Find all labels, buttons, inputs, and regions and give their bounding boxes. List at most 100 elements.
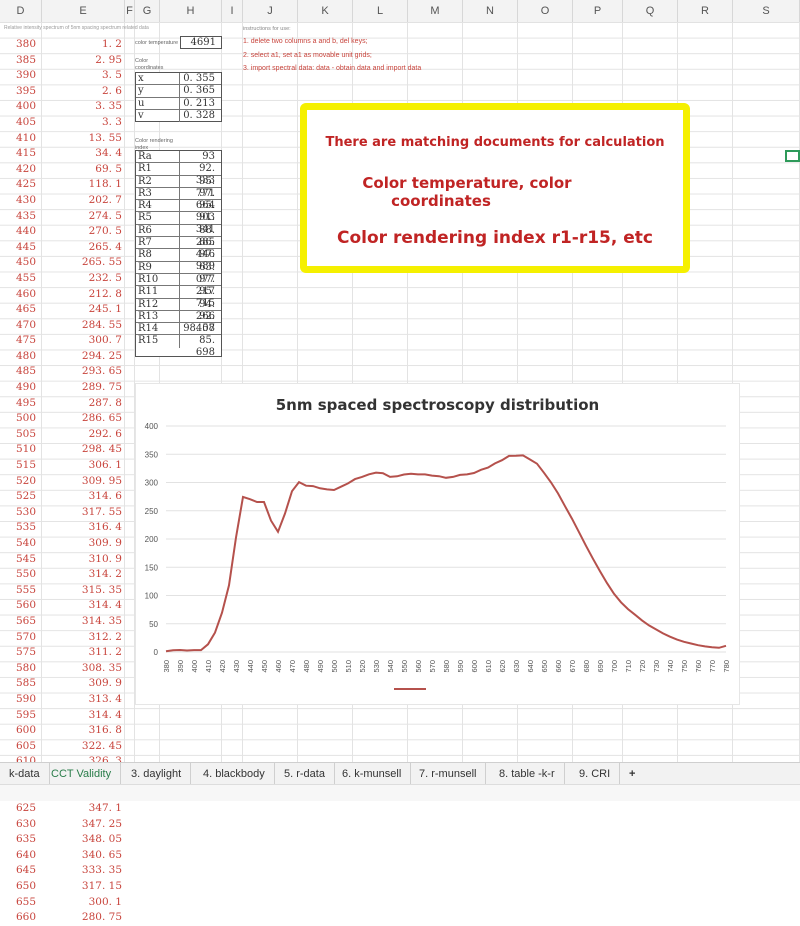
column-header-m[interactable]: M: [408, 0, 463, 22]
spectrum-row[interactable]: 660 280. 75: [0, 910, 128, 926]
intensity-cell[interactable]: 314. 4: [60, 708, 122, 724]
spectrum-row[interactable]: 580 308. 35: [0, 661, 128, 677]
wavelength-cell[interactable]: 625: [8, 801, 44, 817]
spectrum-row[interactable]: 435 274. 5: [0, 209, 128, 225]
column-header-d[interactable]: D: [0, 0, 42, 22]
spectrum-row[interactable]: 595 314. 4: [0, 708, 128, 724]
row-value[interactable]: 0. 365: [180, 85, 221, 96]
wavelength-cell[interactable]: 540: [8, 536, 44, 552]
row-key[interactable]: R12: [136, 298, 180, 310]
wavelength-cell[interactable]: 430: [8, 193, 44, 209]
row-key[interactable]: R3: [136, 187, 180, 200]
spectrum-row[interactable]: 545 310. 9: [0, 552, 128, 568]
intensity-cell[interactable]: 212. 8: [60, 287, 122, 303]
row-value[interactable]: 0. 328: [180, 110, 221, 122]
column-header-s[interactable]: S: [733, 0, 800, 22]
intensity-cell[interactable]: 69. 5: [60, 162, 122, 178]
intensity-cell[interactable]: 300. 7: [60, 333, 122, 349]
row-key[interactable]: R4: [136, 200, 180, 212]
intensity-cell[interactable]: 306. 1: [60, 458, 122, 474]
intensity-cell[interactable]: 245. 1: [60, 302, 122, 318]
wavelength-cell[interactable]: 460: [8, 287, 44, 303]
intensity-cell[interactable]: 317. 55: [60, 505, 122, 521]
color-temperature-cell[interactable]: 4691: [180, 36, 222, 49]
intensity-cell[interactable]: 300. 1: [60, 895, 122, 911]
row-key[interactable]: v: [136, 109, 180, 123]
column-header-g[interactable]: G: [135, 0, 160, 22]
spectrum-row[interactable]: 550 314. 2: [0, 567, 128, 583]
row-value[interactable]: 97. 217: [180, 274, 221, 297]
spectrum-row[interactable]: 410 13. 55: [0, 131, 128, 147]
intensity-cell[interactable]: 311. 2: [60, 645, 122, 661]
intensity-cell[interactable]: 118. 1: [60, 177, 122, 193]
sheet-tab[interactable]: 8. table -k-r: [490, 763, 565, 785]
column-header-p[interactable]: P: [573, 0, 623, 22]
wavelength-cell[interactable]: 585: [8, 676, 44, 692]
wavelength-cell[interactable]: 520: [8, 474, 44, 490]
row-key[interactable]: R13: [136, 310, 180, 323]
wavelength-cell[interactable]: 470: [8, 318, 44, 334]
spectrum-row[interactable]: 640 340. 65: [0, 848, 128, 864]
row-key[interactable]: R1: [136, 163, 180, 175]
wavelength-cell[interactable]: 405: [8, 115, 44, 131]
spectrum-row[interactable]: 650 317. 15: [0, 879, 128, 895]
spectrum-row[interactable]: 380 1. 2: [0, 37, 128, 53]
wavelength-cell[interactable]: 415: [8, 146, 44, 162]
spectrum-row[interactable]: 420 69. 5: [0, 162, 128, 178]
intensity-cell[interactable]: 2. 6: [60, 84, 122, 100]
row-key[interactable]: u: [136, 97, 180, 109]
spectrum-row[interactable]: 490 289. 75: [0, 380, 128, 396]
wavelength-cell[interactable]: 400: [8, 99, 44, 115]
row-key[interactable]: x: [136, 73, 180, 85]
intensity-cell[interactable]: 309. 9: [60, 536, 122, 552]
spectrum-row[interactable]: 505 292. 6: [0, 427, 128, 443]
column-header-r[interactable]: R: [678, 0, 733, 22]
intensity-cell[interactable]: 265. 55: [60, 255, 122, 271]
row-value[interactable]: 63. 077: [180, 262, 221, 285]
wavelength-cell[interactable]: 650: [8, 879, 44, 895]
spectrum-row[interactable]: 540 309. 9: [0, 536, 128, 552]
column-header-f[interactable]: F: [125, 0, 135, 22]
intensity-cell[interactable]: 3. 35: [60, 99, 122, 115]
spectrum-row[interactable]: 450 265. 55: [0, 255, 128, 271]
intensity-cell[interactable]: 13. 55: [60, 131, 122, 147]
sheet-tab[interactable]: 6. k-munsell: [333, 763, 412, 785]
wavelength-cell[interactable]: 475: [8, 333, 44, 349]
wavelength-cell[interactable]: 645: [8, 863, 44, 879]
column-header-q[interactable]: Q: [623, 0, 678, 22]
wavelength-cell[interactable]: 485: [8, 364, 44, 380]
row-value[interactable]: 94. 266: [180, 299, 221, 322]
row-key[interactable]: R11: [136, 286, 180, 298]
spectrum-row[interactable]: 575 311. 2: [0, 645, 128, 661]
wavelength-cell[interactable]: 560: [8, 598, 44, 614]
row-value[interactable]: 95. 771: [180, 176, 221, 199]
spectrum-row[interactable]: 600 316. 8: [0, 723, 128, 739]
wavelength-cell[interactable]: 480: [8, 349, 44, 365]
intensity-cell[interactable]: 316. 8: [60, 723, 122, 739]
intensity-cell[interactable]: 202. 7: [60, 193, 122, 209]
sheet-tab[interactable]: CCT Validity: [42, 763, 122, 785]
spectrum-row[interactable]: 425 118. 1: [0, 177, 128, 193]
wavelength-cell[interactable]: 510: [8, 442, 44, 458]
intensity-cell[interactable]: 34. 4: [60, 146, 122, 162]
wavelength-cell[interactable]: 545: [8, 552, 44, 568]
spectrum-row[interactable]: 465 245. 1: [0, 302, 128, 318]
spectrum-row[interactable]: 480 294. 25: [0, 349, 128, 365]
intensity-cell[interactable]: 340. 65: [60, 848, 122, 864]
intensity-cell[interactable]: 1. 2: [60, 37, 122, 53]
wavelength-cell[interactable]: 635: [8, 832, 44, 848]
spectrum-row[interactable]: 590 313. 4: [0, 692, 128, 708]
intensity-cell[interactable]: 298. 45: [60, 442, 122, 458]
spectrum-row[interactable]: 400 3. 35: [0, 99, 128, 115]
wavelength-cell[interactable]: 380: [8, 37, 44, 53]
intensity-cell[interactable]: 314. 2: [60, 567, 122, 583]
row-value[interactable]: 91. 341: [180, 212, 221, 235]
row-key[interactable]: R8: [136, 249, 180, 261]
wavelength-cell[interactable]: 525: [8, 489, 44, 505]
row-value[interactable]: 95. 903: [180, 200, 221, 223]
intensity-cell[interactable]: 347. 25: [60, 817, 122, 833]
spectrum-row[interactable]: 555 315. 35: [0, 583, 128, 599]
spectrum-row[interactable]: 525 314. 6: [0, 489, 128, 505]
spectrum-row[interactable]: 405 3. 3: [0, 115, 128, 131]
column-header-k[interactable]: K: [298, 0, 353, 22]
